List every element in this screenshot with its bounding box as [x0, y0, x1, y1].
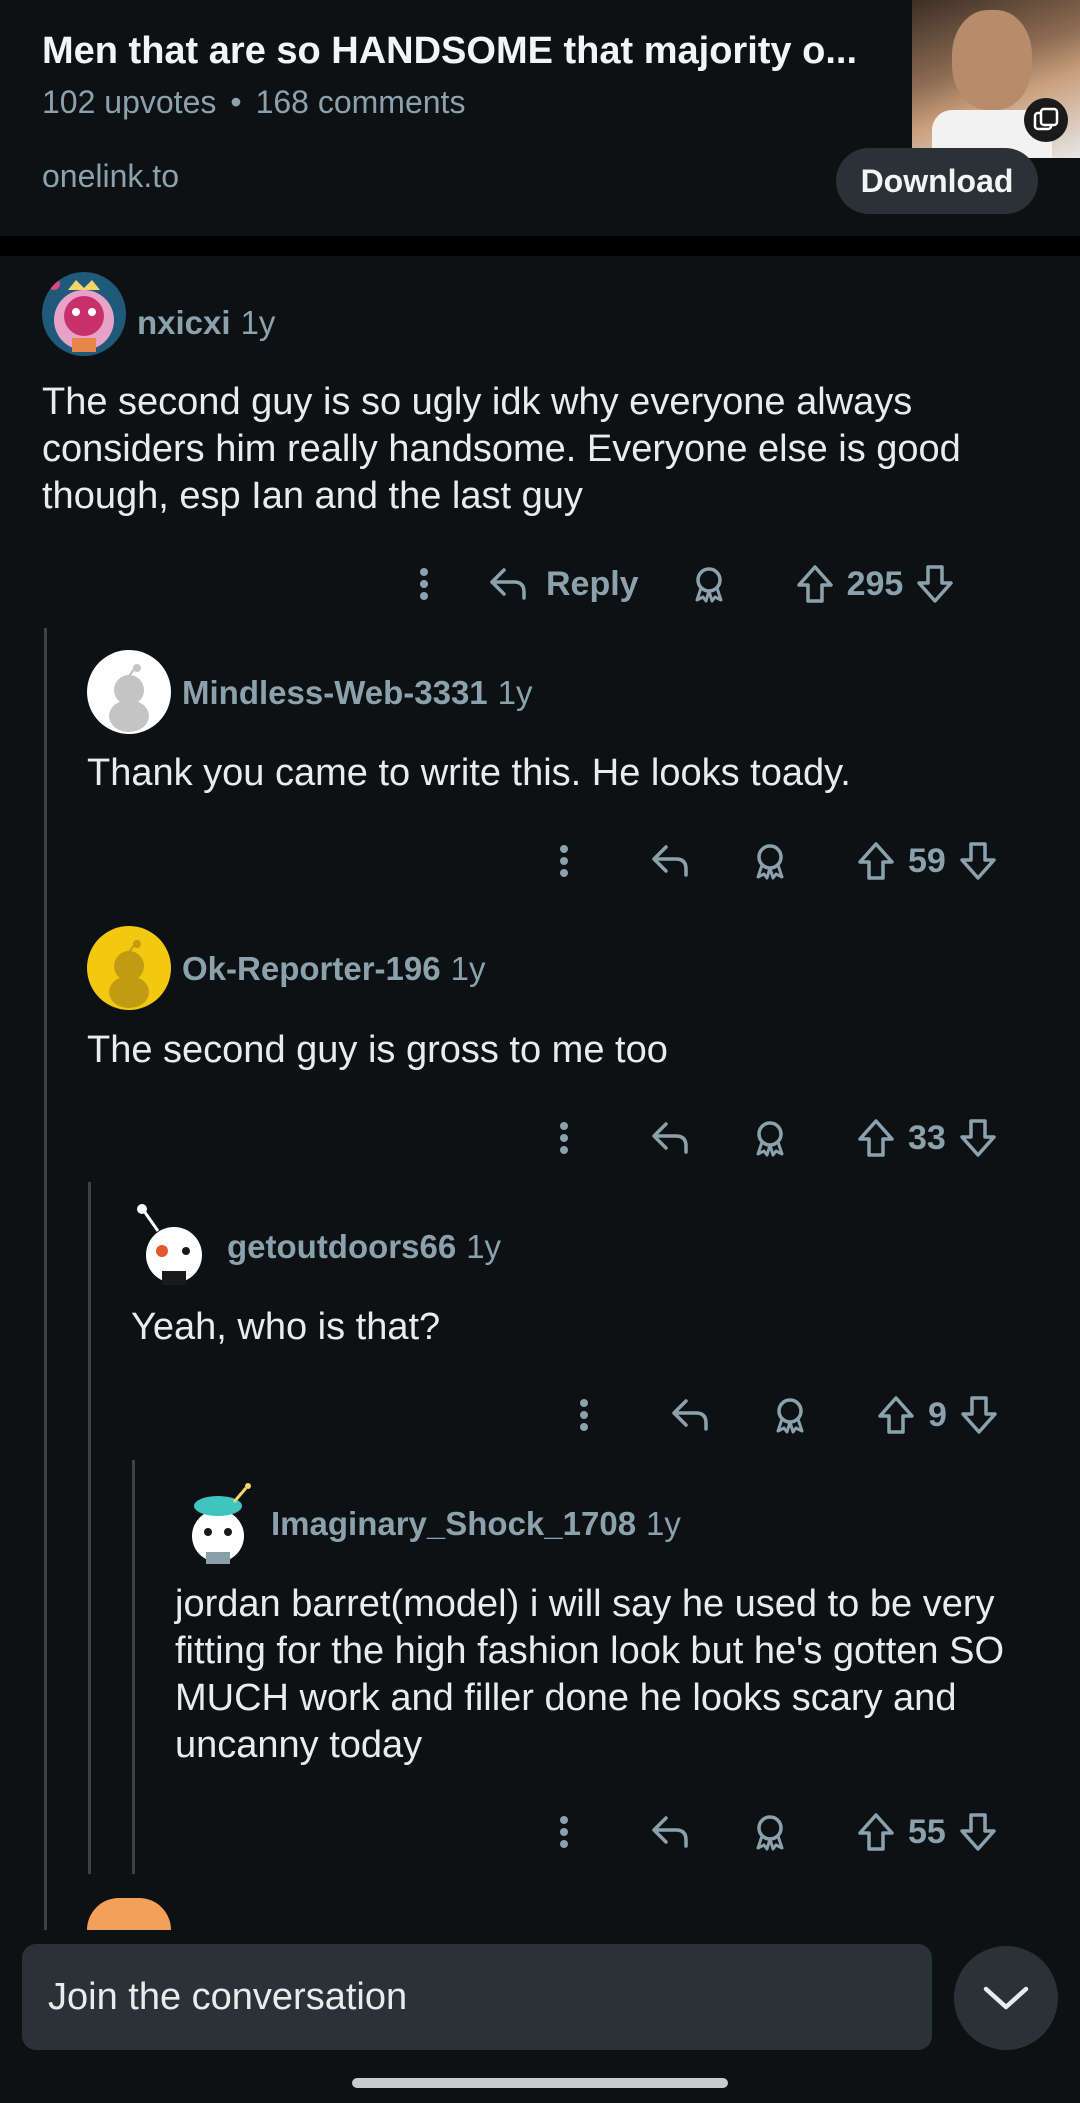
reply-icon[interactable] — [670, 1397, 710, 1433]
upvote-icon[interactable] — [795, 563, 835, 605]
comment-username[interactable]: Mindless-Web-3331 1y — [182, 674, 533, 712]
comment-age: 1y — [497, 674, 533, 711]
downvote-icon[interactable] — [959, 1394, 999, 1436]
comment-username[interactable]: getoutdoors66 1y — [227, 1228, 501, 1266]
reply-button[interactable]: Reply — [488, 565, 639, 604]
gallery-icon — [1024, 98, 1068, 142]
post-meta: 102 upvotes • 168 comments — [42, 84, 465, 121]
award-icon[interactable] — [770, 1395, 810, 1435]
chevron-down-icon — [983, 1986, 1029, 2010]
ad-strip: onelink.to Download — [0, 148, 1080, 236]
comment-username[interactable]: Imaginary_Shock_1708 1y — [271, 1505, 681, 1543]
thread-line-level2[interactable] — [88, 1182, 91, 1874]
join-conversation-input[interactable]: Join the conversation — [22, 1944, 932, 2050]
award-icon[interactable] — [750, 1118, 790, 1158]
reply-icon — [490, 568, 526, 600]
avatar[interactable] — [42, 272, 126, 356]
avatar[interactable] — [176, 1480, 260, 1564]
comment-body: Thank you came to write this. He looks t… — [87, 752, 851, 794]
comment-body: The second guy is gross to me too — [87, 1029, 668, 1071]
comment-username[interactable]: nxicxi 1y — [137, 304, 275, 342]
comment-actions: 55 — [558, 1802, 998, 1862]
thumbnail-face — [952, 10, 1032, 110]
downvote-icon[interactable] — [958, 840, 998, 882]
vote-score: 295 — [846, 564, 904, 603]
upvote-icon[interactable] — [856, 1811, 896, 1853]
award-icon[interactable] — [750, 1812, 790, 1852]
downvote-icon[interactable] — [915, 563, 955, 605]
upvote-icon[interactable] — [856, 840, 896, 882]
avatar[interactable] — [87, 926, 171, 1010]
post-upvotes: 102 upvotes — [42, 84, 217, 120]
comment-age: 1y — [466, 1228, 502, 1265]
comment-age: 1y — [240, 304, 276, 341]
award-icon[interactable] — [750, 841, 790, 881]
downvote-icon[interactable] — [958, 1811, 998, 1853]
thread-line-level3[interactable] — [132, 1460, 135, 1874]
vote-score: 33 — [908, 1118, 946, 1157]
upvote-icon[interactable] — [876, 1394, 916, 1436]
comment-age: 1y — [646, 1505, 681, 1542]
vote-score: 9 — [928, 1395, 947, 1434]
collapse-button[interactable] — [954, 1946, 1058, 2050]
avatar-partial[interactable] — [87, 1898, 171, 1930]
more-options-icon[interactable] — [418, 566, 430, 602]
award-icon[interactable] — [689, 564, 729, 604]
vote-score: 55 — [908, 1812, 946, 1851]
ad-domain[interactable]: onelink.to — [42, 158, 179, 195]
section-divider — [0, 236, 1080, 256]
comment-actions: 59 — [558, 831, 998, 891]
post-header[interactable]: Men that are so HANDSOME that majority o… — [0, 0, 1080, 160]
more-options-icon[interactable] — [578, 1397, 590, 1433]
meta-separator: • — [230, 84, 242, 120]
comment-actions: Reply 295 — [418, 554, 955, 614]
more-options-icon[interactable] — [558, 843, 570, 879]
post-comment-count: 168 comments — [255, 84, 466, 120]
comment-body: The second guy is so ugly idk why everyo… — [42, 381, 961, 517]
comment-username[interactable]: Ok-Reporter-196 1y — [182, 950, 485, 988]
reply-icon[interactable] — [650, 843, 690, 879]
vote-score: 59 — [908, 841, 946, 880]
reply-label: Reply — [546, 564, 639, 603]
reply-icon[interactable] — [650, 1814, 690, 1850]
reply-icon[interactable] — [650, 1120, 690, 1156]
home-indicator[interactable] — [352, 2078, 728, 2088]
upvote-icon[interactable] — [856, 1117, 896, 1159]
comment-age: 1y — [450, 950, 486, 987]
comment-actions: 9 — [578, 1385, 999, 1445]
avatar[interactable] — [132, 1203, 216, 1287]
more-options-icon[interactable] — [558, 1120, 570, 1156]
comment-body: jordan barret(model) i will say he used … — [175, 1583, 1005, 1766]
downvote-icon[interactable] — [958, 1117, 998, 1159]
comment-body: Yeah, who is that? — [131, 1306, 441, 1348]
comment-actions: 33 — [558, 1108, 998, 1168]
download-button[interactable]: Download — [836, 148, 1038, 214]
post-title[interactable]: Men that are so HANDSOME that majority o… — [42, 30, 862, 73]
thread-line-level1[interactable] — [44, 628, 47, 1930]
avatar[interactable] — [87, 650, 171, 734]
more-options-icon[interactable] — [558, 1814, 570, 1850]
post-thumbnail[interactable] — [912, 0, 1080, 158]
